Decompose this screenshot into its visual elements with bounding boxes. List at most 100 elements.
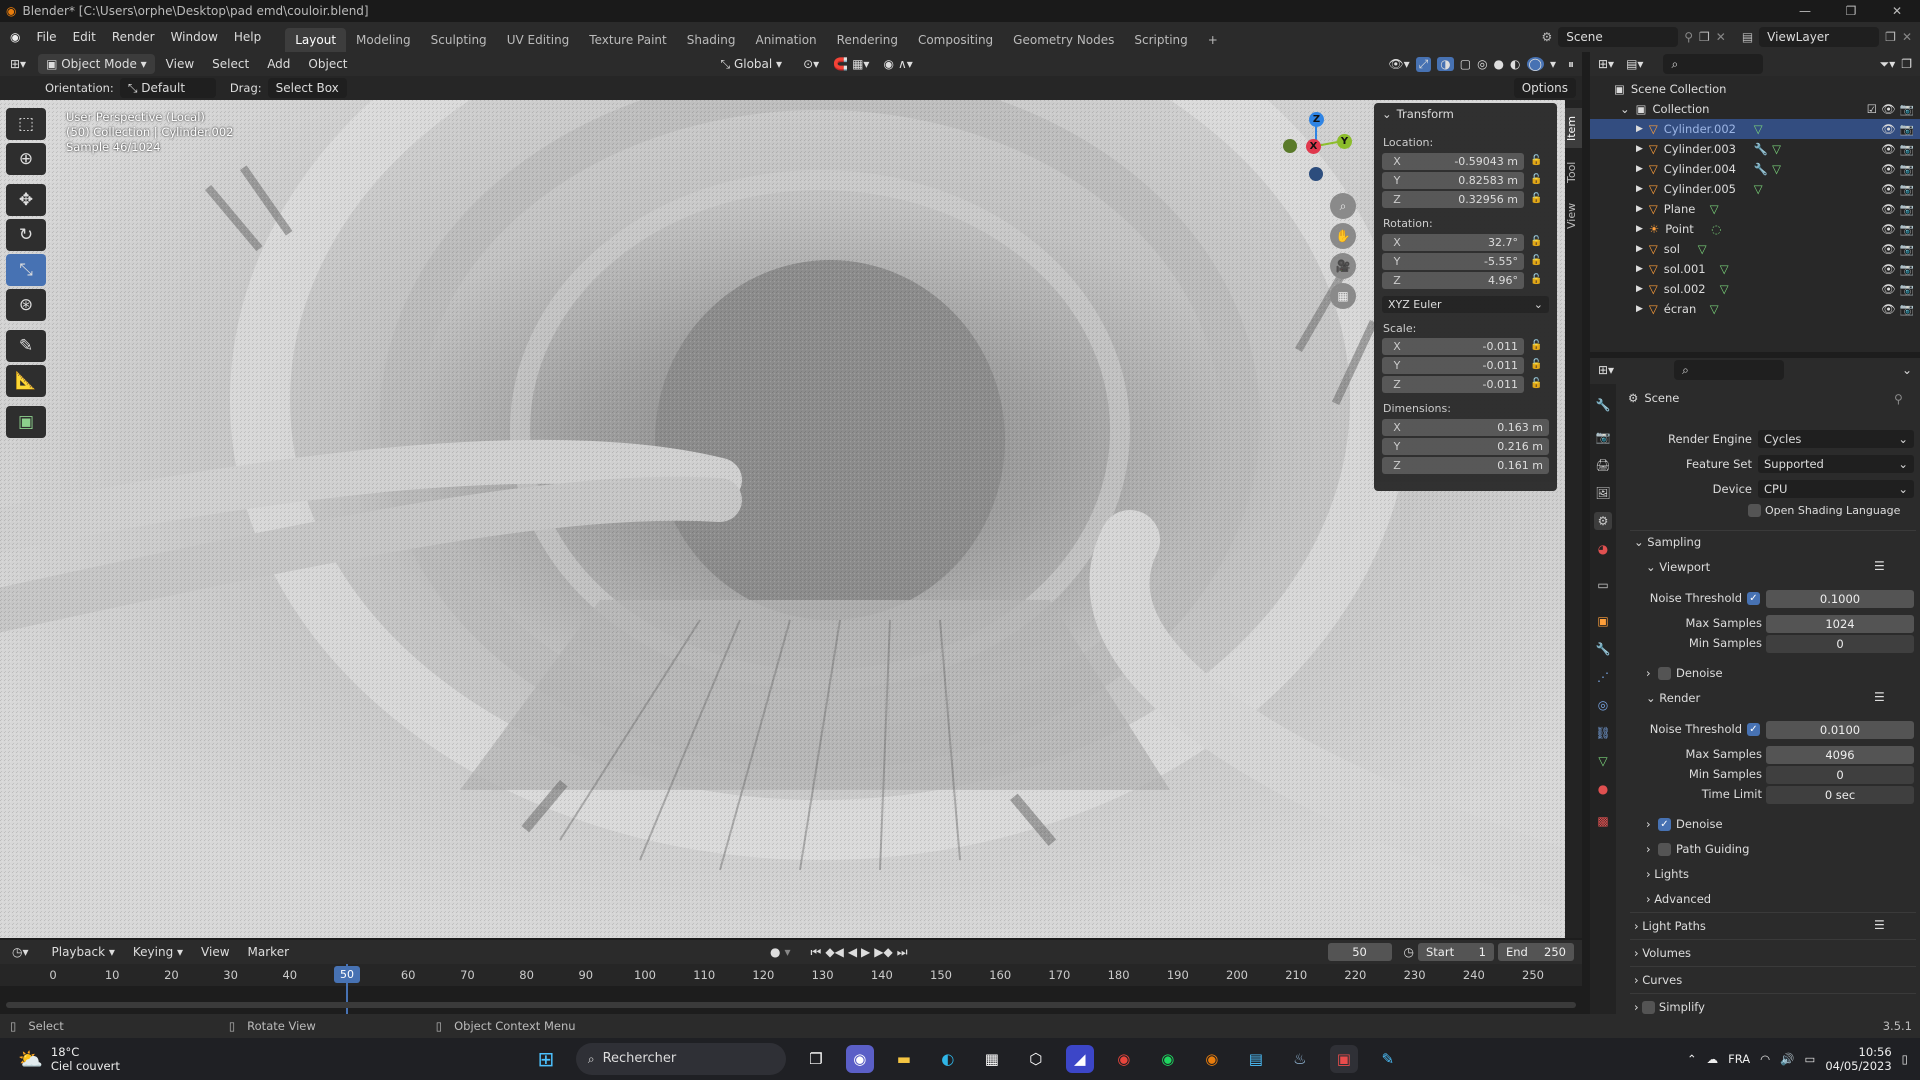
tab-animation[interactable]: Animation bbox=[745, 28, 826, 52]
3d-viewport[interactable]: User Perspective (Local) (50) Collection… bbox=[0, 100, 1565, 938]
light-paths-panel-header[interactable]: › Light Paths bbox=[1634, 919, 1706, 933]
camera-icon[interactable]: 📷 bbox=[1900, 122, 1914, 136]
tab-scripting[interactable]: Scripting bbox=[1124, 28, 1197, 52]
camera-icon[interactable]: 📷 bbox=[1900, 142, 1914, 156]
timeline-view-menu[interactable]: View bbox=[194, 942, 236, 962]
location-y-field[interactable]: Y 0.82583 m bbox=[1382, 172, 1524, 189]
list-icon[interactable]: ☰ bbox=[1874, 918, 1885, 932]
jump-start-icon[interactable]: ⏮ bbox=[811, 945, 822, 960]
next-keyframe-icon[interactable]: ▶◆ bbox=[874, 945, 892, 959]
rotation-x-field[interactable]: X 32.7° bbox=[1382, 234, 1524, 251]
playback-menu[interactable]: Playback ▾ bbox=[45, 942, 122, 962]
delete-scene-icon[interactable]: ✕ bbox=[1716, 30, 1726, 44]
outliner-item[interactable]: ▶ ▽ Cylinder.004 🔧 ▽ 👁 📷 bbox=[1590, 159, 1920, 179]
outliner-item[interactable]: ▶ ▽ Cylinder.003 🔧 ▽ 👁 📷 bbox=[1590, 139, 1920, 159]
keying-menu[interactable]: Keying ▾ bbox=[126, 942, 190, 962]
tab-texture-paint[interactable]: Texture Paint bbox=[579, 28, 676, 52]
outliner-scene-collection[interactable]: ▣ Scene Collection bbox=[1590, 79, 1920, 99]
pause-render-icon[interactable]: ⏸ bbox=[1568, 57, 1574, 72]
expand-arrow-icon[interactable]: ▶ bbox=[1636, 304, 1643, 314]
expand-arrow-icon[interactable]: ▶ bbox=[1636, 264, 1643, 274]
scene-props-icon[interactable]: ⚙ bbox=[1594, 512, 1612, 530]
properties-search-input[interactable]: ⌕ bbox=[1674, 360, 1785, 380]
editor-type-icon[interactable]: ⊞▾ bbox=[1598, 363, 1614, 377]
render-engine-selector[interactable]: Cycles ⌄ bbox=[1758, 430, 1914, 448]
play-icon[interactable]: ▶ bbox=[861, 945, 870, 959]
outliner-item[interactable]: ▶ ☀ Point ◌ 👁 📷 bbox=[1590, 219, 1920, 239]
eye-icon[interactable]: 👁 bbox=[1881, 162, 1896, 176]
menu-edit[interactable]: Edit bbox=[65, 26, 104, 48]
marker-menu[interactable]: Marker bbox=[241, 942, 296, 962]
dimensions-x-field[interactable]: X 0.163 m bbox=[1382, 419, 1549, 436]
tab-geometry-nodes[interactable]: Geometry Nodes bbox=[1003, 28, 1124, 52]
lights-subpanel-header[interactable]: › Lights bbox=[1646, 867, 1689, 881]
expand-arrow-icon[interactable]: ▶ bbox=[1636, 244, 1643, 254]
ortho-grid-icon[interactable]: ▦ bbox=[1330, 283, 1356, 309]
gizmo-toggle-icon[interactable]: ⤢ bbox=[1415, 56, 1432, 72]
rotate-tool-icon[interactable]: ↻ bbox=[6, 219, 46, 251]
blender-menu-icon[interactable]: ◉ bbox=[10, 30, 20, 44]
camera-icon[interactable]: 📷 bbox=[1900, 242, 1914, 256]
annotate-tool-icon[interactable]: ✎ bbox=[6, 330, 46, 362]
scale-z-field[interactable]: Z -0.011 bbox=[1382, 376, 1524, 393]
app-icon[interactable]: ⬡ bbox=[1022, 1045, 1050, 1073]
camera-icon[interactable]: 📷 bbox=[1900, 282, 1914, 296]
overlay-toggle-icon[interactable]: ◑ bbox=[1437, 57, 1454, 71]
maximize-icon[interactable]: ❐ bbox=[1828, 4, 1874, 18]
teams-chat-icon[interactable]: ◉ bbox=[845, 1045, 874, 1073]
timeline-scrollbar[interactable] bbox=[6, 1002, 1576, 1008]
expand-arrow-icon[interactable]: ▶ bbox=[1636, 124, 1643, 134]
camera-icon[interactable]: 📷 bbox=[1900, 262, 1914, 276]
menu-render[interactable]: Render bbox=[104, 26, 163, 48]
camera-icon[interactable]: 📷 bbox=[1900, 202, 1914, 216]
battery-icon[interactable]: ▭ bbox=[1804, 1052, 1815, 1066]
wireframe-shading-icon[interactable]: ◎ bbox=[1477, 57, 1487, 71]
eye-icon[interactable]: 👁 bbox=[1881, 182, 1896, 196]
view-layer-icon[interactable]: ▤ bbox=[1742, 30, 1753, 44]
add-workspace-button[interactable]: + bbox=[1198, 28, 1228, 52]
sampling-panel-header[interactable]: ⌄ Sampling bbox=[1634, 535, 1701, 549]
lock-icon[interactable]: 🔓 bbox=[1530, 236, 1544, 250]
lock-icon[interactable]: 🔓 bbox=[1530, 155, 1544, 169]
vp-denoise-checkbox[interactable] bbox=[1658, 667, 1671, 680]
file-explorer-icon[interactable]: ▬ bbox=[890, 1045, 918, 1073]
vp-max-samples-field[interactable]: 1024 bbox=[1766, 615, 1914, 633]
play-reverse-icon[interactable]: ◀ bbox=[848, 945, 857, 959]
tab-rendering[interactable]: Rendering bbox=[827, 28, 908, 52]
r-denoise-subpanel[interactable]: › bbox=[1646, 817, 1651, 831]
material-shading-icon[interactable]: ◐ bbox=[1510, 57, 1520, 71]
mode-selector[interactable]: ▣ Object Mode ▾ bbox=[38, 54, 155, 74]
gizmo-x-axis[interactable]: X bbox=[1306, 139, 1321, 154]
drag-selector[interactable]: Select Box bbox=[267, 78, 347, 98]
output-props-icon[interactable]: 🖨 bbox=[1594, 456, 1612, 474]
record-options-icon[interactable]: ▾ bbox=[785, 945, 791, 959]
clock[interactable]: 10:56 04/05/2023 bbox=[1825, 1045, 1891, 1073]
r-denoise-checkbox[interactable]: ✓ bbox=[1658, 818, 1671, 831]
lock-icon[interactable]: 🔓 bbox=[1530, 193, 1544, 207]
r-min-samples-field[interactable]: 0 bbox=[1766, 766, 1914, 784]
lock-icon[interactable]: 🔓 bbox=[1530, 174, 1544, 188]
steam-icon[interactable]: ♨ bbox=[1286, 1045, 1314, 1073]
rotation-z-field[interactable]: Z 4.96° bbox=[1382, 272, 1524, 289]
pivot-icon[interactable]: ⊙▾ bbox=[803, 57, 819, 71]
falloff-icon[interactable]: ∧▾ bbox=[898, 57, 913, 71]
modifier-props-icon[interactable]: 🔧 bbox=[1594, 640, 1612, 658]
expand-arrow-icon[interactable]: ▶ bbox=[1636, 284, 1643, 294]
tab-compositing[interactable]: Compositing bbox=[908, 28, 1003, 52]
rotation-mode-selector[interactable]: XYZ Euler ⌄ bbox=[1382, 296, 1549, 313]
weather-widget[interactable]: 18°C Ciel couvert bbox=[51, 1045, 120, 1073]
material-props-icon[interactable]: ● bbox=[1594, 780, 1612, 798]
list-icon[interactable]: ☰ bbox=[1874, 690, 1885, 704]
affinity-icon[interactable]: ◢ bbox=[1065, 1045, 1094, 1073]
menu-object[interactable]: Object bbox=[301, 54, 354, 74]
task-view-icon[interactable]: ❐ bbox=[802, 1045, 830, 1073]
orientation-selector[interactable]: ⤡ Default bbox=[119, 78, 216, 98]
expand-arrow-icon[interactable]: ▶ bbox=[1636, 204, 1643, 214]
scale-y-field[interactable]: Y -0.011 bbox=[1382, 357, 1524, 374]
new-scene-icon[interactable]: ❐ bbox=[1699, 30, 1710, 44]
scene-icon[interactable]: ⚙ bbox=[1541, 30, 1552, 44]
ms-store-icon[interactable]: ▦ bbox=[978, 1045, 1006, 1073]
tab-modeling[interactable]: Modeling bbox=[346, 28, 421, 52]
pan-hand-icon[interactable]: ✋ bbox=[1330, 223, 1356, 249]
expand-arrow-icon[interactable]: ▶ bbox=[1636, 224, 1643, 234]
